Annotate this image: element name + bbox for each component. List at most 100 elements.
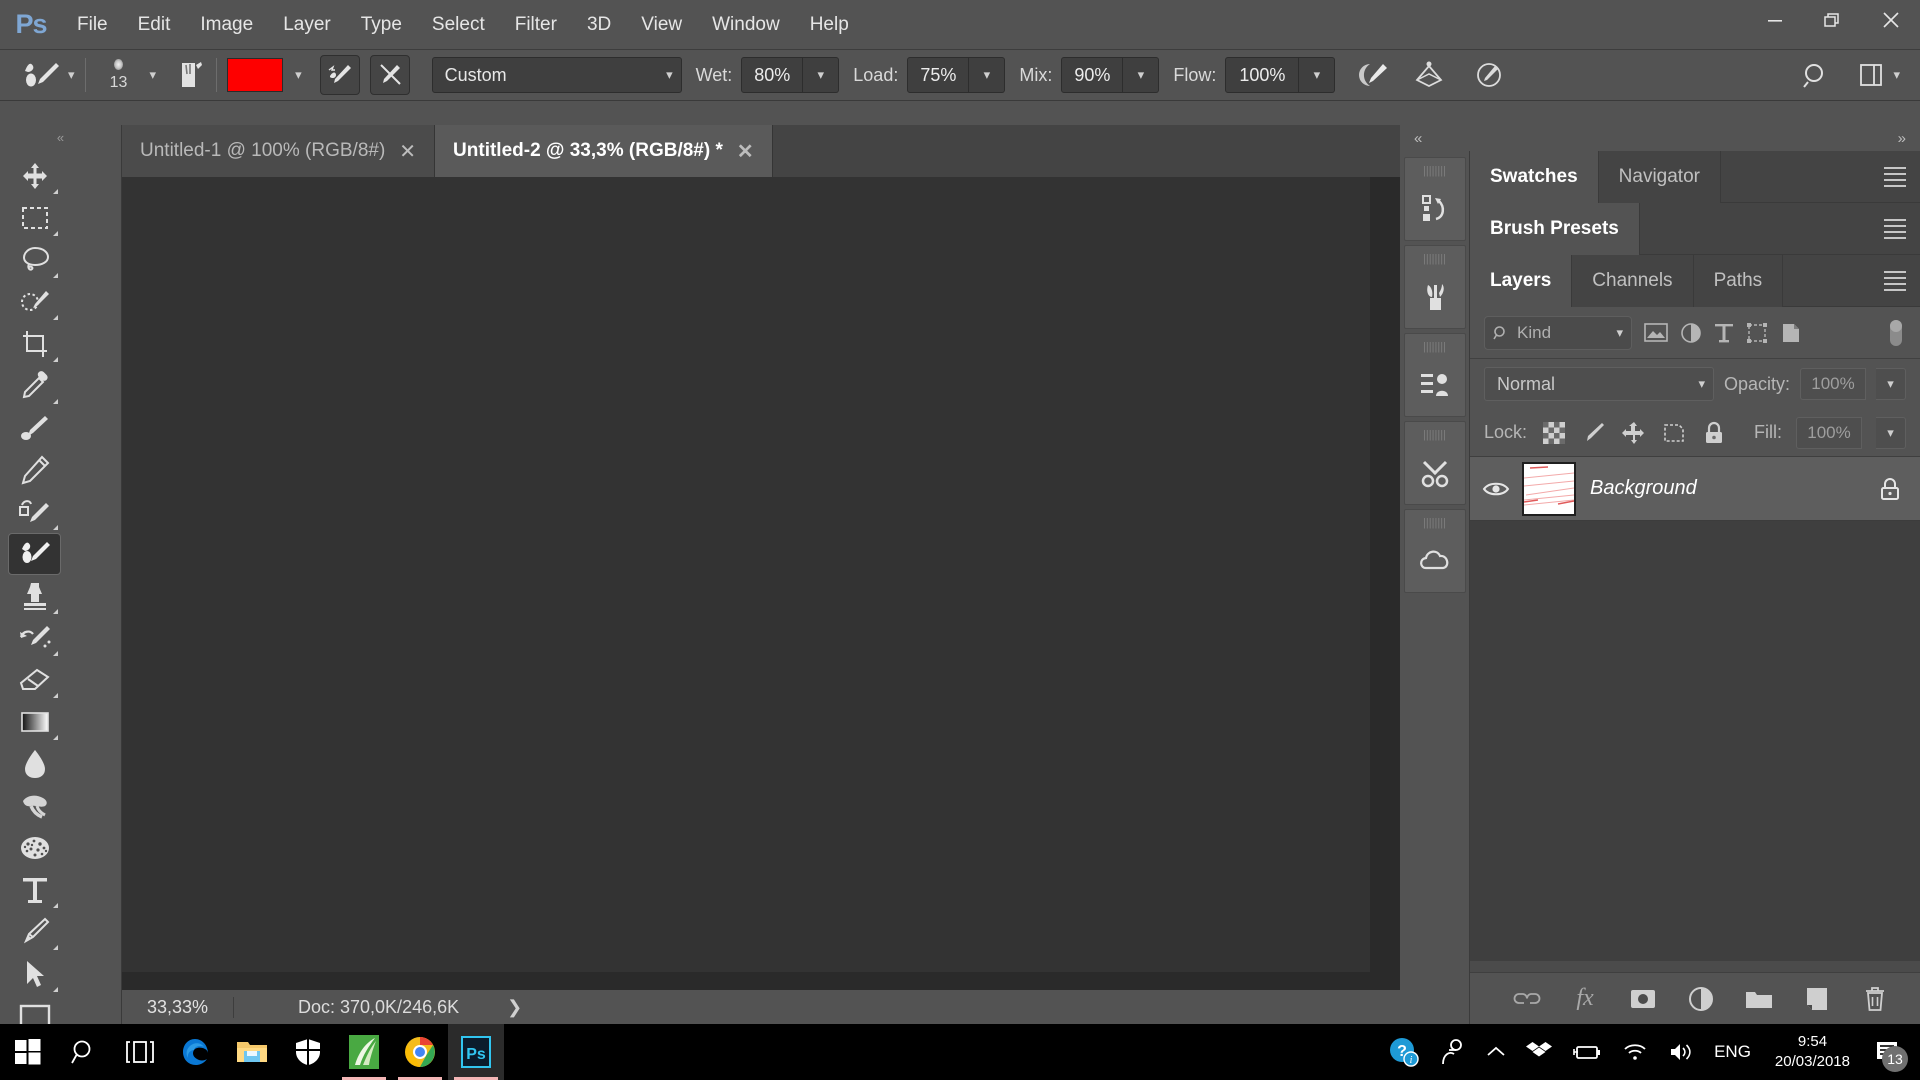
menu-type[interactable]: Type	[346, 0, 417, 49]
lock-transparent-pixels-icon[interactable]	[1541, 420, 1567, 446]
rail-brush-panel[interactable]: ||||||||	[1403, 245, 1466, 329]
tool-rectangular-marquee[interactable]	[8, 197, 61, 239]
clock[interactable]: 9:54 20/03/2018	[1761, 1032, 1864, 1073]
tool-path-selection[interactable]	[8, 953, 61, 995]
lock-artboard-nesting-icon[interactable]	[1661, 420, 1687, 446]
tablet-pressure-icon[interactable]	[1473, 60, 1505, 90]
brush-preset-picker[interactable]: 13	[96, 55, 142, 95]
adjustment-layer-filter-icon[interactable]	[1680, 322, 1702, 344]
new-group-icon[interactable]	[1744, 984, 1774, 1014]
lock-all-icon[interactable]	[1701, 420, 1727, 446]
menu-filter[interactable]: Filter	[500, 0, 572, 49]
load-input[interactable]: 75%	[907, 57, 970, 93]
type-layer-filter-icon[interactable]	[1714, 322, 1734, 344]
layer-kind-filter[interactable]: Kind ▾	[1484, 315, 1632, 350]
panel-menu-icon[interactable]	[1884, 219, 1906, 243]
menu-edit[interactable]: Edit	[123, 0, 186, 49]
add-layer-mask-icon[interactable]	[1628, 984, 1658, 1014]
opacity-dropdown[interactable]: ▾	[1876, 368, 1906, 400]
tab-brush-presets[interactable]: Brush Presets	[1470, 202, 1640, 255]
language-indicator[interactable]: ENG	[1704, 1042, 1761, 1062]
tool-eyedropper[interactable]	[8, 365, 61, 407]
google-chrome-icon[interactable]	[392, 1024, 448, 1080]
tool-blur[interactable]	[8, 743, 61, 785]
tool-eraser[interactable]	[8, 659, 61, 701]
menu-view[interactable]: View	[626, 0, 697, 49]
menu-select[interactable]: Select	[417, 0, 500, 49]
panel-menu-icon[interactable]	[1884, 271, 1906, 295]
chevron-down-icon[interactable]: ▾	[295, 67, 302, 83]
canvas[interactable]	[122, 177, 1370, 972]
layer-style-fx-icon[interactable]: fx	[1570, 984, 1600, 1014]
panel-menu-icon[interactable]	[1884, 167, 1906, 191]
airbrush-icon[interactable]	[1357, 60, 1389, 90]
taskbar-search-icon[interactable]	[56, 1024, 112, 1080]
menu-file[interactable]: File	[62, 0, 123, 49]
search-icon[interactable]	[1801, 60, 1831, 90]
lock-position-icon[interactable]	[1621, 420, 1647, 446]
lock-image-pixels-icon[interactable]	[1581, 420, 1607, 446]
people-icon[interactable]	[1430, 1038, 1476, 1066]
toolbar-collapse-handle[interactable]: «	[0, 125, 121, 149]
layer-row-background[interactable]: Background	[1470, 457, 1920, 521]
wet-dropdown[interactable]: ▾	[803, 57, 840, 93]
tool-quick-selection[interactable]	[8, 281, 61, 323]
close-icon[interactable]: ✕	[737, 139, 754, 164]
fill-input[interactable]: 100%	[1796, 416, 1862, 449]
workspace-icon[interactable]	[1857, 61, 1885, 89]
tool-lasso[interactable]	[8, 239, 61, 281]
photoshop-icon[interactable]: Ps	[448, 1024, 504, 1080]
menu-window[interactable]: Window	[697, 0, 795, 49]
tool-mixer-brush[interactable]	[8, 533, 61, 575]
tool-type[interactable]	[8, 869, 61, 911]
rail-creative-cloud-libraries[interactable]: ||||||||	[1403, 509, 1466, 593]
smoothing-icon[interactable]	[1413, 60, 1445, 90]
corel-draw-icon[interactable]	[336, 1024, 392, 1080]
layer-name[interactable]: Background	[1590, 477, 1878, 500]
help-icon[interactable]: ? i	[1378, 1036, 1430, 1068]
clean-brush-after-stroke-button[interactable]	[369, 55, 410, 95]
tool-move[interactable]	[8, 155, 61, 197]
wifi-icon[interactable]	[1612, 1041, 1658, 1063]
blend-mode-select[interactable]: Normal ▾	[1484, 367, 1714, 401]
layer-list-empty-area[interactable]	[1470, 521, 1920, 961]
menu-image[interactable]: Image	[185, 0, 268, 49]
mix-dropdown[interactable]: ▾	[1123, 57, 1160, 93]
tool-clone-stamp[interactable]	[8, 575, 61, 617]
chevron-right-icon[interactable]: ❯	[507, 997, 522, 1018]
flow-input[interactable]: 100%	[1225, 57, 1300, 93]
menu-3d[interactable]: 3D	[572, 0, 626, 49]
close-icon[interactable]: ✕	[399, 139, 416, 164]
task-view-icon[interactable]	[112, 1024, 168, 1080]
tab-swatches[interactable]: Swatches	[1470, 150, 1599, 203]
filter-toggle-icon[interactable]	[1886, 316, 1906, 350]
microsoft-edge-icon[interactable]	[168, 1024, 224, 1080]
close-button[interactable]	[1862, 0, 1920, 40]
canvas-vertical-scrollbar[interactable]	[1370, 177, 1400, 972]
tool-sponge[interactable]	[8, 827, 61, 869]
mixer-combo-box[interactable]: Custom ▾	[431, 57, 682, 93]
opacity-input[interactable]: 100%	[1800, 368, 1866, 400]
tab-channels[interactable]: Channels	[1572, 254, 1694, 307]
chevron-down-icon[interactable]: ▾	[150, 67, 157, 83]
menu-layer[interactable]: Layer	[268, 0, 346, 49]
tab-navigator[interactable]: Navigator	[1598, 150, 1721, 203]
show-hidden-icons-icon[interactable]	[1476, 1045, 1516, 1059]
dropbox-icon[interactable]	[1516, 1040, 1562, 1064]
volume-icon[interactable]	[1658, 1041, 1704, 1063]
tool-crop[interactable]	[8, 323, 61, 365]
tool-gradient[interactable]	[8, 701, 61, 743]
menu-help[interactable]: Help	[795, 0, 864, 49]
tool-preset-picker[interactable]: ▾	[22, 60, 75, 90]
document-tab-untitled-1[interactable]: Untitled-1 @ 100% (RGB/8#) ✕	[122, 125, 436, 177]
tool-dodge[interactable]	[8, 785, 61, 827]
chevron-down-icon[interactable]: ▾	[1893, 67, 1900, 83]
tab-layers[interactable]: Layers	[1470, 254, 1573, 307]
dock-collapse-left-icon[interactable]: «	[1414, 130, 1422, 147]
load-dropdown[interactable]: ▾	[969, 57, 1006, 93]
battery-icon[interactable]	[1562, 1042, 1612, 1062]
tool-spot-healing-brush[interactable]	[8, 407, 61, 449]
link-layers-icon[interactable]	[1512, 984, 1542, 1014]
windows-start-icon[interactable]	[0, 1024, 56, 1080]
minimize-button[interactable]	[1746, 0, 1804, 40]
